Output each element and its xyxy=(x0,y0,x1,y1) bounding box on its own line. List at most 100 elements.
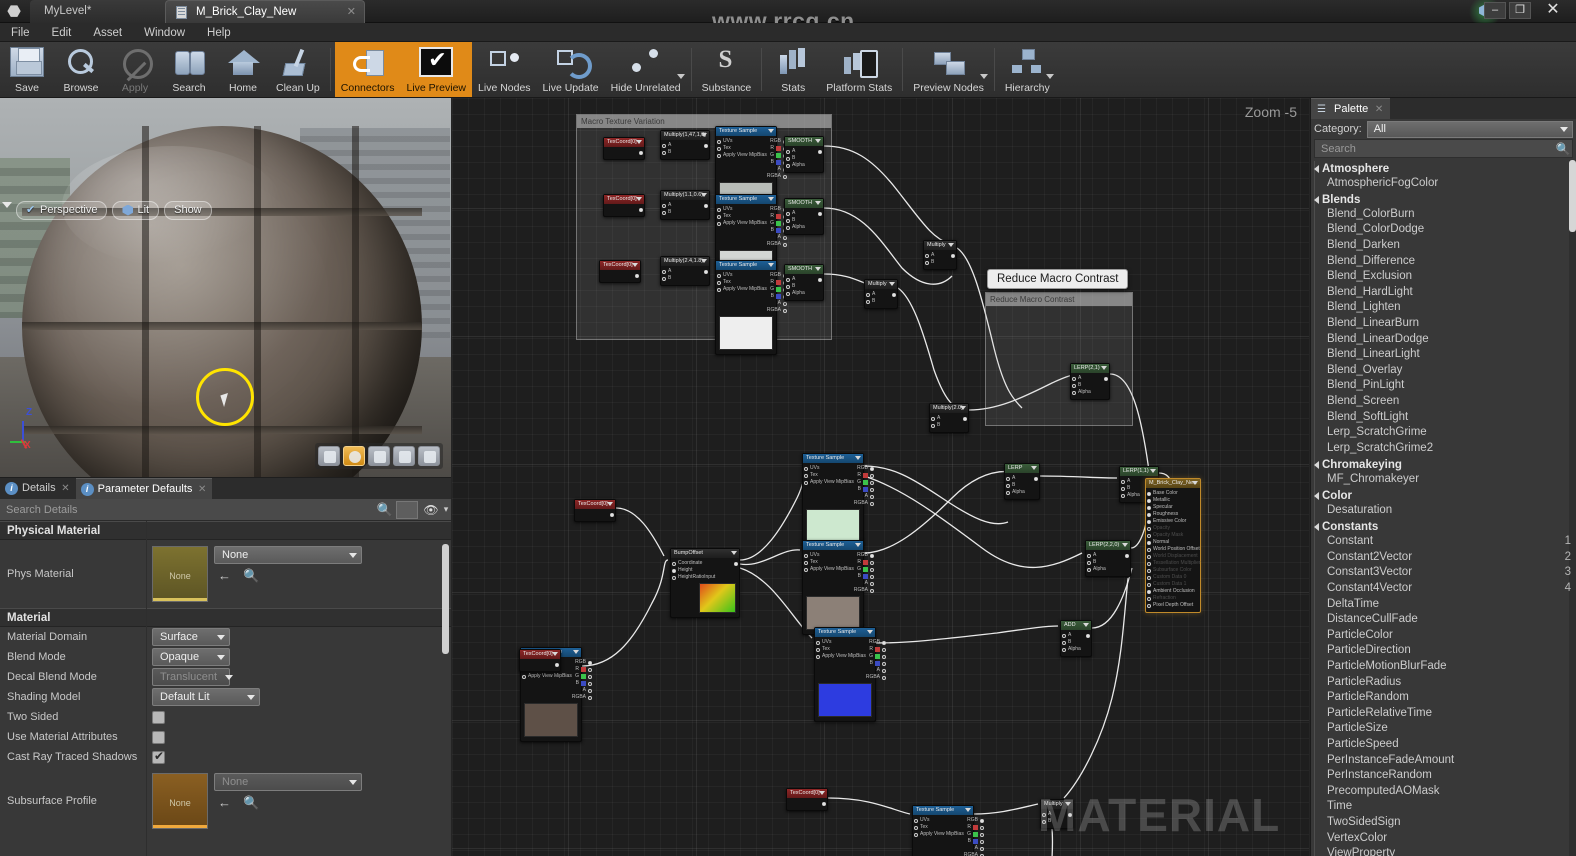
menu-item-help[interactable]: Help xyxy=(196,24,242,43)
node-pin[interactable]: A xyxy=(924,252,949,259)
palette-item[interactable]: Blend_HardLight xyxy=(1314,286,1571,302)
palette-item[interactable]: PrecomputedAOMask xyxy=(1314,785,1571,801)
toolbar-live-update-button[interactable]: Live Update xyxy=(537,42,605,97)
node-pin[interactable]: G xyxy=(866,653,887,660)
node-collapse-icon[interactable] xyxy=(855,456,861,460)
use-selected-asset-icon[interactable]: ← xyxy=(218,795,231,811)
details-tab-details[interactable]: i Details ✕ xyxy=(0,478,76,499)
browse-asset-icon[interactable]: 🔍 xyxy=(243,795,259,811)
node-pin[interactable]: A xyxy=(661,202,702,209)
palette-item[interactable]: VertexColor xyxy=(1314,832,1571,848)
graph-node-multiply-1-47-1-8[interactable]: Multiply(1,47,1,8) A B xyxy=(660,130,710,160)
toolbar-stats-button[interactable]: Stats xyxy=(766,42,820,97)
node-pin[interactable]: Apply View MipBias xyxy=(803,566,854,573)
node-pin[interactable] xyxy=(1032,475,1039,482)
checkbox-cast-ray-traced-shadows[interactable] xyxy=(152,749,165,764)
node-pin[interactable] xyxy=(600,272,640,279)
node-pin[interactable]: UVs xyxy=(913,817,964,824)
node-collapse-icon[interactable] xyxy=(768,263,774,267)
node-pin[interactable]: Specular xyxy=(1146,504,1200,511)
node-pin[interactable] xyxy=(1123,552,1130,559)
combo-blend-mode[interactable]: Opaque xyxy=(152,648,230,666)
node-pin[interactable]: Tex xyxy=(716,145,767,152)
node-pin[interactable]: Alpha xyxy=(1005,489,1032,496)
palette-item[interactable]: Blend_Lighten xyxy=(1314,301,1571,317)
node-pin[interactable]: A xyxy=(661,142,702,149)
node-pin[interactable]: Alpha xyxy=(785,290,816,297)
node-pin[interactable]: B xyxy=(1086,559,1123,566)
preview-shape-custom-shape[interactable] xyxy=(418,446,440,466)
toolbar-apply-button[interactable]: Apply xyxy=(108,42,162,97)
node-collapse-icon[interactable] xyxy=(1031,466,1037,470)
chevron-down-icon[interactable] xyxy=(1045,74,1054,79)
node-pin[interactable]: Apply View MipBias xyxy=(716,152,767,159)
graph-node-texcoord-0[interactable]: TexCoord[0] xyxy=(603,137,645,160)
node-pin[interactable]: RGBA xyxy=(854,587,875,594)
palette-item[interactable]: DistanceCullFade xyxy=(1314,613,1571,629)
node-pin[interactable]: A xyxy=(785,276,816,283)
node-pin[interactable]: Metallic xyxy=(1146,497,1200,504)
toolbar-live-preview-button[interactable]: Live Preview xyxy=(400,42,473,97)
graph-node-multiply-2-4-1-8[interactable]: Multiply(2.4,1.8) A B xyxy=(660,256,710,286)
node-pin[interactable]: UVs xyxy=(716,138,767,145)
close-icon[interactable]: ✕ xyxy=(1375,99,1383,120)
palette-item[interactable]: ParticleMotionBlurFade xyxy=(1314,660,1571,676)
node-collapse-icon[interactable] xyxy=(948,243,954,247)
graph-node-bumpoffset[interactable]: BumpOffset Coordinate Height HeightRatioInp… xyxy=(670,548,740,618)
preview-shape-plane-shape[interactable] xyxy=(368,446,390,466)
node-pin[interactable]: Subsurface Color xyxy=(1146,567,1200,574)
node-pin[interactable]: RGBA xyxy=(767,307,788,314)
toolbar-substance-button[interactable]: Substance xyxy=(696,42,758,97)
node-pin[interactable] xyxy=(787,800,827,807)
palette-item[interactable]: Desaturation xyxy=(1314,504,1571,520)
close-icon[interactable]: ✕ xyxy=(347,1,356,24)
node-collapse-icon[interactable] xyxy=(965,808,971,812)
node-pin[interactable]: Apply View MipBias xyxy=(803,479,854,486)
graph-node-lerp[interactable]: LERP A B Alpha xyxy=(1004,463,1040,500)
palette-item[interactable]: ViewProperty xyxy=(1314,847,1571,856)
node-pin[interactable]: HeightRatioInput xyxy=(671,574,732,581)
close-window-button[interactable]: ✕ xyxy=(1542,2,1564,19)
palette-search-input[interactable] xyxy=(1315,142,1554,155)
node-pin[interactable]: Alpha xyxy=(1086,566,1123,573)
node-collapse-icon[interactable] xyxy=(573,650,579,654)
node-pin[interactable]: B xyxy=(785,283,816,290)
toolbar-home-button[interactable]: Home xyxy=(216,42,270,97)
node-pin[interactable]: UVs xyxy=(803,552,854,559)
node-pin[interactable]: Coordinate xyxy=(671,560,732,567)
tab-mylevel[interactable]: MyLevel* xyxy=(30,0,180,23)
node-pin[interactable]: Ambient Occlusion xyxy=(1146,588,1200,595)
node-pin[interactable]: A xyxy=(866,667,887,674)
node-pin[interactable]: R xyxy=(854,559,875,566)
node-pin[interactable]: A xyxy=(572,687,593,694)
graph-node-multiply[interactable]: Multiply A B xyxy=(864,279,898,309)
node-pin[interactable]: RGBA xyxy=(767,173,788,180)
node-pin[interactable]: B xyxy=(1061,639,1084,646)
node-pin[interactable]: RGBA xyxy=(964,852,985,856)
node-collapse-icon[interactable] xyxy=(855,543,861,547)
node-pin[interactable] xyxy=(702,142,709,149)
node-pin[interactable]: B xyxy=(785,155,816,162)
node-pin[interactable]: RGBA xyxy=(572,694,593,701)
checkbox-two-sided[interactable] xyxy=(152,710,165,724)
toolbar-preview-nodes-button[interactable]: Preview Nodes xyxy=(907,42,990,97)
toolbar-clean-up-button[interactable]: Clean Up xyxy=(270,42,326,97)
node-pin[interactable] xyxy=(890,291,897,298)
palette-item[interactable]: Constant 1 xyxy=(1314,535,1571,551)
node-pin[interactable]: Apply View MipBias xyxy=(913,831,964,838)
node-pin[interactable]: A xyxy=(930,415,961,422)
node-pin[interactable] xyxy=(816,276,823,283)
palette-group-atmosphere[interactable]: Atmosphere xyxy=(1314,161,1571,177)
node-pin[interactable]: Apply View MipBias xyxy=(521,673,572,680)
node-pin[interactable] xyxy=(520,661,560,668)
node-pin[interactable]: RGB xyxy=(572,659,593,666)
toolbar-hierarchy-button[interactable]: Hierarchy xyxy=(999,42,1056,97)
expander-icon[interactable] xyxy=(1314,195,1319,204)
graph-node-smooth[interactable]: SMOOTH A B Alpha xyxy=(784,198,824,235)
node-pin[interactable] xyxy=(816,148,823,155)
expander-icon[interactable] xyxy=(1314,523,1319,532)
node-pin[interactable]: RGB xyxy=(964,817,985,824)
toolbar-search-button[interactable]: Search xyxy=(162,42,216,97)
chevron-down-icon[interactable]: ▾ xyxy=(441,504,451,515)
node-pin[interactable]: B xyxy=(661,275,702,282)
